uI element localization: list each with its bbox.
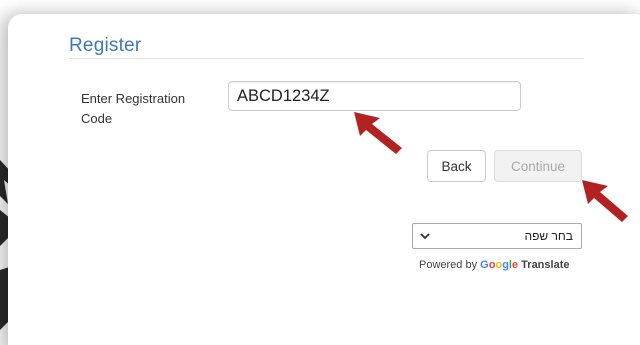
title-divider: [69, 58, 584, 59]
page-title: Register: [69, 35, 142, 56]
page: Register Enter Registration Code Back Co…: [0, 0, 640, 345]
google-logo: Google: [480, 259, 518, 271]
google-letter: e: [511, 259, 519, 271]
powered-by-google-translate[interactable]: Powered by Google Translate: [419, 259, 569, 271]
red-arrow-icon: [582, 180, 628, 222]
language-select[interactable]: בחר שפה: [412, 223, 582, 249]
language-select-value: בחר שפה: [524, 229, 573, 243]
registration-code-label: Enter Registration Code: [81, 91, 186, 126]
translate-word: Translate: [521, 259, 570, 271]
google-letter: G: [480, 259, 489, 271]
chevron-down-icon: [420, 233, 430, 240]
registration-code-input[interactable]: [228, 81, 521, 111]
google-letter: g: [502, 259, 509, 271]
continue-button[interactable]: Continue: [494, 150, 582, 182]
red-arrow-icon: [354, 112, 402, 154]
back-button[interactable]: Back: [427, 150, 486, 182]
powered-by-text: Powered by: [419, 259, 478, 271]
